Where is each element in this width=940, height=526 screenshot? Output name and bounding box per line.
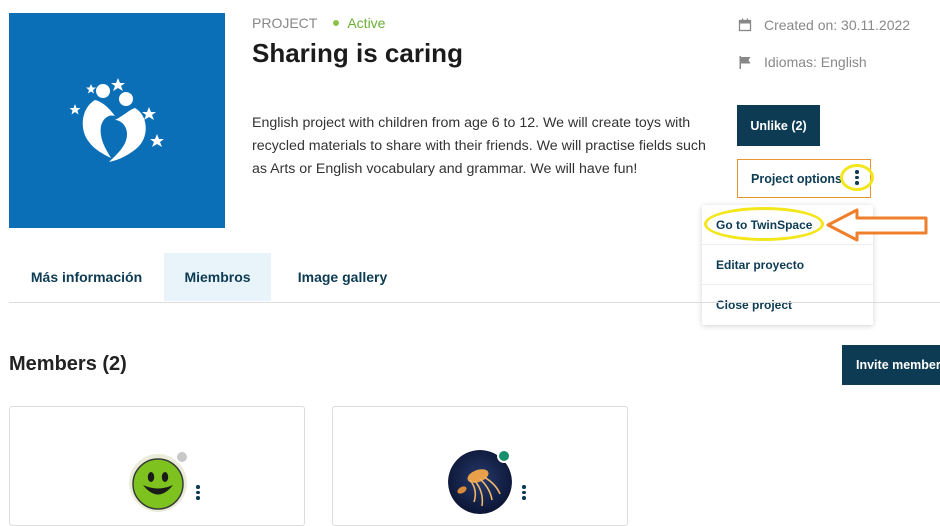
page-title: Sharing is caring [252, 38, 463, 68]
member-card [9, 406, 305, 526]
unlike-button[interactable]: Unlike (2) [737, 105, 820, 146]
menu-item-close-project[interactable]: Close project [702, 285, 873, 325]
project-description: English project with children from age 6… [252, 115, 706, 177]
project-tabs: Más información Miembros Image gallery [9, 253, 414, 301]
status-dot-icon [333, 20, 340, 26]
tab-members[interactable]: Miembros [164, 253, 271, 301]
offline-status-icon [175, 450, 189, 464]
project-kicker: PROJECT Active [252, 15, 385, 31]
member-menu-icon[interactable] [522, 485, 526, 500]
annotation-circle [840, 164, 874, 191]
created-date-text: Created on: 30.11.2022 [764, 17, 911, 33]
languages: Idiomas: English [738, 54, 867, 70]
status-badge: Active [347, 15, 386, 31]
kebab-menu-icon[interactable] [855, 170, 859, 185]
flag-icon [739, 56, 751, 69]
project-options-button[interactable]: Project options [737, 159, 874, 198]
project-image [9, 13, 225, 228]
languages-text: Idiomas: English [764, 54, 867, 70]
project-options-label: Project options [751, 171, 842, 186]
tab-image-gallery[interactable]: Image gallery [271, 253, 414, 301]
annotation-arrow-icon [826, 208, 928, 242]
member-card [332, 406, 628, 526]
members-heading: Members (2) [9, 353, 127, 375]
project-type-label: PROJECT [252, 15, 318, 31]
invite-member-button[interactable]: Invite member [842, 345, 940, 385]
tab-more-info[interactable]: Más información [9, 253, 164, 301]
tabs-divider [9, 302, 940, 303]
sharing-logo-icon [69, 77, 164, 162]
member-menu-icon[interactable] [196, 485, 200, 500]
created-date: Created on: 30.11.2022 [738, 17, 910, 33]
calendar-icon [738, 18, 752, 32]
online-status-icon [497, 449, 511, 463]
menu-item-edit-project[interactable]: Editar proyecto [702, 245, 873, 285]
